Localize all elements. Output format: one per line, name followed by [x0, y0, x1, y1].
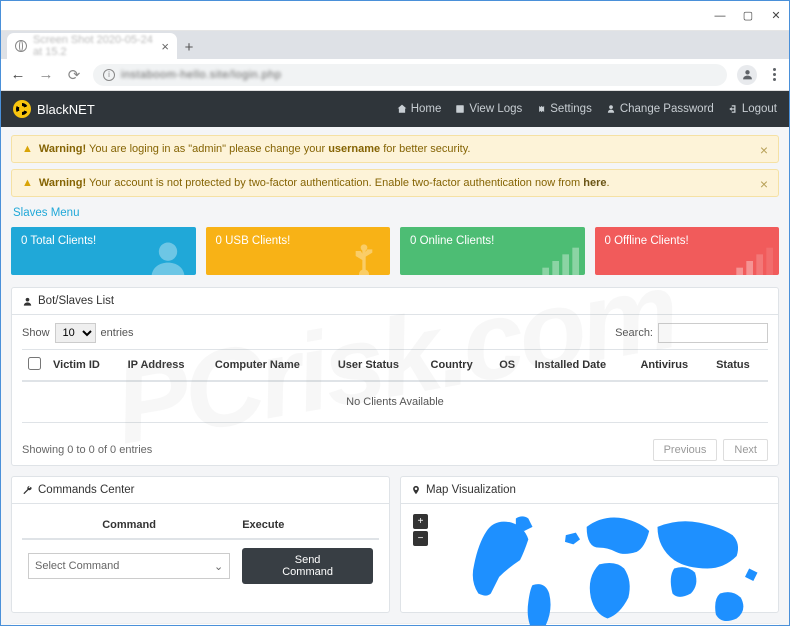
user-icon: [146, 237, 190, 275]
map-card: Map Visualization + −: [400, 476, 779, 613]
bot-slaves-card: Bot/Slaves List Show 10 entries Search:: [11, 287, 779, 466]
alert-2fa: ▲ Warning! Your account is not protected…: [11, 169, 779, 197]
empty-message: No Clients Available: [22, 381, 768, 423]
usb-icon: [344, 241, 384, 275]
alert-username: ▲ Warning! You are loging in as "admin" …: [11, 135, 779, 163]
brand[interactable]: BlackNET: [13, 100, 95, 118]
card-title: Map Visualization: [426, 484, 516, 496]
command-select[interactable]: Select Command⌄: [28, 553, 230, 579]
next-button[interactable]: Next: [723, 439, 768, 461]
col-installed-date[interactable]: Installed Date: [529, 350, 635, 382]
profile-avatar[interactable]: [737, 65, 757, 85]
page-content: PCrisk.com BlackNET Home View Logs Setti…: [1, 91, 789, 625]
address-bar-row: ← → ⟳ i instaboom-hello.site/login.php: [1, 59, 789, 91]
close-tab-icon[interactable]: ×: [161, 39, 169, 54]
nav-home[interactable]: Home: [397, 103, 442, 115]
col-antivirus[interactable]: Antivirus: [634, 350, 710, 382]
pin-icon: [411, 484, 421, 496]
radiation-icon: [13, 100, 31, 118]
table-info: Showing 0 to 0 of 0 entries: [22, 444, 152, 456]
world-map[interactable]: [470, 506, 770, 625]
minimize-button[interactable]: —: [713, 9, 727, 23]
zoom-in-button[interactable]: +: [413, 514, 428, 529]
globe-icon: [15, 40, 27, 52]
zoom-out-button[interactable]: −: [413, 531, 428, 546]
tab-title: Screen Shot 2020-05-24 at 15.2: [33, 34, 155, 58]
close-icon[interactable]: ×: [760, 176, 768, 192]
col-ip[interactable]: IP Address: [122, 350, 209, 382]
select-all-checkbox[interactable]: [28, 357, 41, 370]
nav-view-logs[interactable]: View Logs: [455, 103, 522, 115]
col-execute: Execute: [236, 512, 379, 539]
app-navbar: BlackNET Home View Logs Settings Change …: [1, 91, 789, 127]
wrench-icon: [22, 485, 33, 496]
brand-text: BlackNET: [37, 102, 95, 117]
signal-off-icon: [733, 241, 773, 275]
nav-change-password[interactable]: Change Password: [606, 103, 714, 115]
col-victim-id[interactable]: Victim ID: [47, 350, 122, 382]
window-titlebar: — ▢ ✕: [1, 1, 789, 31]
col-command: Command: [22, 512, 236, 539]
search-input[interactable]: [658, 323, 768, 343]
warning-icon: ▲: [22, 143, 33, 155]
previous-button[interactable]: Previous: [653, 439, 718, 461]
slaves-menu-link[interactable]: Slaves Menu: [11, 203, 779, 227]
user-icon: [22, 296, 33, 307]
card-title: Commands Center: [38, 484, 135, 496]
here-link[interactable]: here: [583, 177, 606, 189]
stat-offline-clients[interactable]: 0 Offline Clients!: [595, 227, 780, 275]
warning-icon: ▲: [22, 177, 33, 189]
close-icon[interactable]: ×: [760, 142, 768, 158]
col-computer-name[interactable]: Computer Name: [209, 350, 332, 382]
stat-online-clients[interactable]: 0 Online Clients!: [400, 227, 585, 275]
chevron-down-icon: ⌄: [214, 560, 223, 573]
card-title: Bot/Slaves List: [38, 295, 114, 307]
address-bar[interactable]: i instaboom-hello.site/login.php: [93, 64, 727, 86]
nav-settings[interactable]: Settings: [536, 103, 592, 115]
commands-card: Commands Center Command Execute Select C…: [11, 476, 390, 613]
signal-icon: [539, 241, 579, 275]
forward-button[interactable]: →: [37, 66, 55, 83]
col-user-status[interactable]: User Status: [332, 350, 425, 382]
reload-button[interactable]: ⟳: [65, 66, 83, 84]
site-info-icon[interactable]: i: [103, 69, 115, 81]
send-command-button[interactable]: Send Command: [242, 548, 373, 584]
col-country[interactable]: Country: [425, 350, 494, 382]
tab-strip: Screen Shot 2020-05-24 at 15.2 × +: [1, 31, 789, 59]
col-os[interactable]: OS: [493, 350, 528, 382]
close-window-button[interactable]: ✕: [769, 9, 783, 23]
back-button[interactable]: ←: [9, 66, 27, 83]
stat-usb-clients[interactable]: 0 USB Clients!: [206, 227, 391, 275]
clients-table: Victim ID IP Address Computer Name User …: [22, 349, 768, 423]
browser-menu-icon[interactable]: [767, 68, 781, 81]
browser-tab[interactable]: Screen Shot 2020-05-24 at 15.2 ×: [7, 33, 177, 59]
entries-select[interactable]: 10: [55, 323, 96, 343]
maximize-button[interactable]: ▢: [741, 9, 755, 23]
url-text: instaboom-hello.site/login.php: [121, 69, 282, 81]
nav-logout[interactable]: Logout: [728, 103, 777, 115]
new-tab-button[interactable]: +: [177, 35, 201, 59]
stat-total-clients[interactable]: 0 Total Clients!: [11, 227, 196, 275]
col-status[interactable]: Status: [710, 350, 768, 382]
